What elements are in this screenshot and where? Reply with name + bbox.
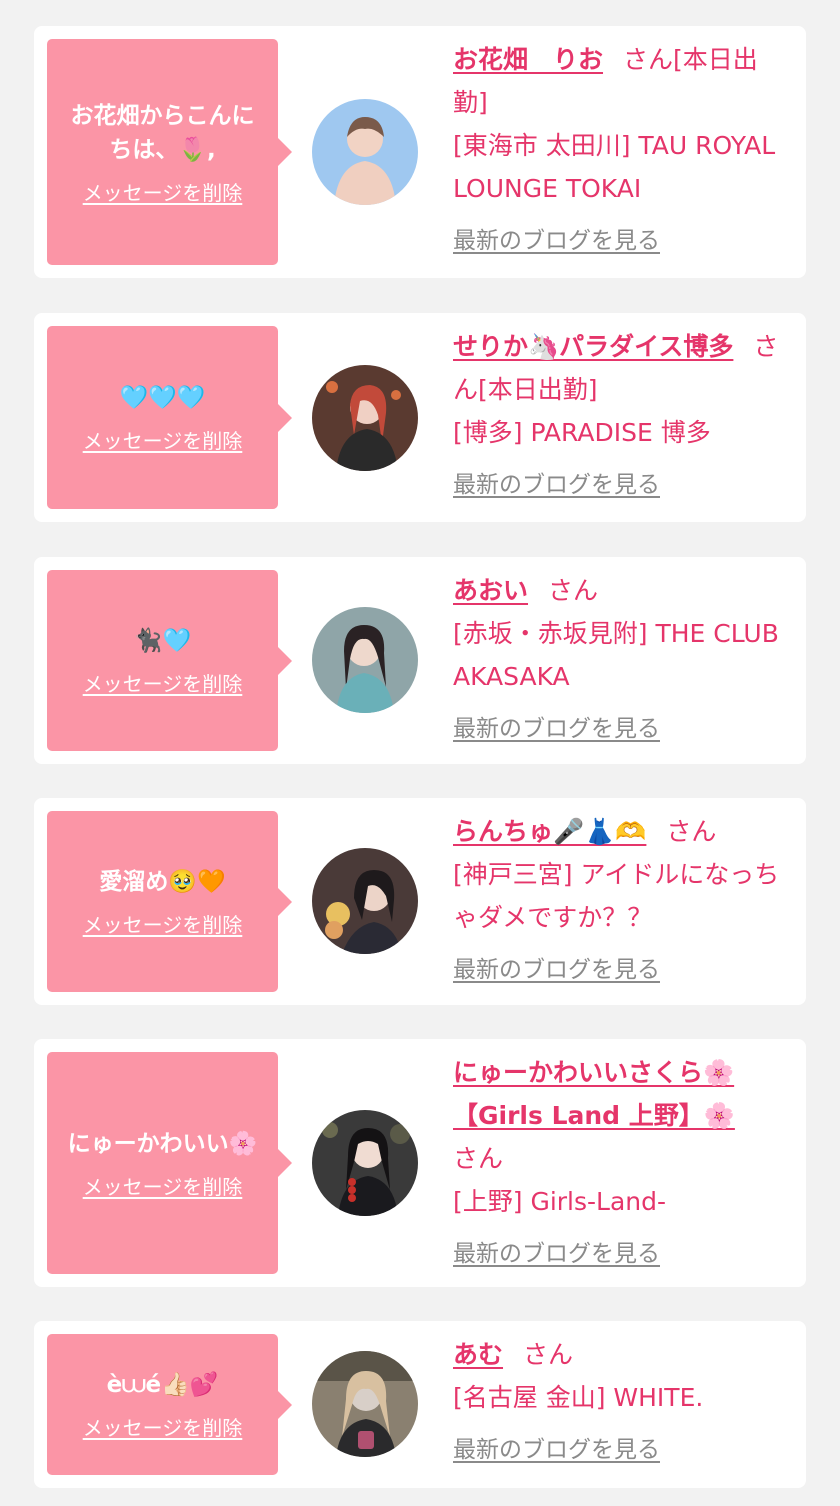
message-bubble: 🩵🩵🩵 メッセージを削除 [47, 326, 292, 509]
cast-name-link[interactable]: せりか🦄パラダイス博多 [453, 332, 733, 361]
shop-info: [赤坂・赤坂見附] THE CLUB AKASAKA [453, 619, 779, 691]
cast-info: にゅーかわいいさくら🌸【Girls Land 上野】🌸 さん [上野] Girl… [453, 1051, 790, 1276]
list-item: お花畑からこんにちは、🌷, メッセージを削除 お花畑 りお さん[本日出勤] [東… [34, 26, 806, 278]
message-text: 🩵🩵🩵 [119, 385, 206, 411]
honorific: さん [523, 1340, 574, 1369]
list-item: 🩵🩵🩵 メッセージを削除 せりか🦄パラダイス博多 さん[本日出勤] [博多] PA… [34, 313, 806, 522]
profile-photo-icon [312, 848, 418, 954]
avatar[interactable] [312, 365, 418, 471]
latest-blog-link[interactable]: 最新のブログを見る [453, 949, 790, 992]
latest-blog-link[interactable]: 最新のブログを見る [453, 1233, 790, 1276]
cast-name-link[interactable]: にゅーかわいいさくら🌸【Girls Land 上野】🌸 [453, 1058, 735, 1130]
cast-info: らんちゅ🎤👗🫶 さん [神戸三宮] アイドルになっちゃダメですか？？ 最新のブログ… [453, 810, 790, 992]
profile-photo-icon [312, 99, 418, 205]
message-text: お花畑からこんにちは、🌷, [70, 102, 255, 163]
cast-name-link[interactable]: あおい [453, 576, 528, 605]
latest-blog-link[interactable]: 最新のブログを見る [453, 1429, 790, 1472]
cast-info: せりか🦄パラダイス博多 さん[本日出勤] [博多] PARADISE 博多 最新の… [453, 325, 790, 507]
avatar[interactable] [312, 1110, 418, 1216]
avatar[interactable] [312, 99, 418, 205]
avatar[interactable] [312, 848, 418, 954]
delete-message-link[interactable]: メッセージを削除 [83, 425, 243, 454]
profile-photo-icon [312, 1351, 418, 1457]
cast-name-link[interactable]: あむ [453, 1340, 503, 1369]
honorific: さん [666, 817, 717, 846]
honorific: さん [548, 576, 599, 605]
cast-info: あむ さん [名古屋 金山] WHITE. 最新のブログを見る [453, 1333, 790, 1472]
message-list: お花畑からこんにちは、🌷, メッセージを削除 お花畑 りお さん[本日出勤] [東… [0, 0, 840, 1506]
profile-photo-icon [312, 607, 418, 713]
delete-message-link[interactable]: メッセージを削除 [83, 1412, 243, 1441]
delete-message-link[interactable]: メッセージを削除 [83, 909, 243, 938]
avatar[interactable] [312, 1351, 418, 1457]
list-item: 愛溜め🥹🧡 メッセージを削除 らんちゅ🎤👗🫶 さん [神戸三宮] アイドルになっち… [34, 798, 806, 1005]
message-bubble: お花畑からこんにちは、🌷, メッセージを削除 [47, 39, 292, 265]
cast-info: あおい さん [赤坂・赤坂見附] THE CLUB AKASAKA 最新のブログを… [453, 569, 790, 751]
list-item: にゅーかわいい🌸 メッセージを削除 にゅーかわいいさくら🌸【Girls Land… [34, 1039, 806, 1287]
message-text: 🐈‍⬛🩵 [133, 628, 192, 654]
cast-name-link[interactable]: お花畑 りお [453, 45, 603, 74]
message-bubble: è⩊é👍🏻💕 メッセージを削除 [47, 1334, 292, 1475]
attendance-status: [本日出勤] [478, 375, 598, 404]
shop-info: [神戸三宮] アイドルになっちゃダメですか？？ [453, 860, 780, 932]
avatar[interactable] [312, 607, 418, 713]
message-text: è⩊é👍🏻💕 [106, 1372, 219, 1398]
shop-info: [博多] PARADISE 博多 [453, 418, 711, 447]
profile-photo-icon [312, 1110, 418, 1216]
latest-blog-link[interactable]: 最新のブログを見る [453, 464, 790, 507]
shop-info: [東海市 太田川] TAU ROYAL LOUNGE TOKAI [453, 131, 776, 203]
cast-info: お花畑 りお さん[本日出勤] [東海市 太田川] TAU ROYAL LOUNG… [453, 38, 790, 263]
message-bubble: にゅーかわいい🌸 メッセージを削除 [47, 1052, 292, 1274]
shop-info: [名古屋 金山] WHITE. [453, 1383, 704, 1412]
message-text: にゅーかわいい🌸 [67, 1130, 258, 1157]
message-text: 愛溜め🥹🧡 [99, 869, 226, 895]
honorific: さん [453, 1144, 504, 1173]
cast-name-link[interactable]: らんちゅ🎤👗🫶 [453, 817, 646, 846]
latest-blog-link[interactable]: 最新のブログを見る [453, 220, 790, 263]
delete-message-link[interactable]: メッセージを削除 [83, 668, 243, 697]
profile-photo-icon [312, 365, 418, 471]
message-bubble: 🐈‍⬛🩵 メッセージを削除 [47, 570, 292, 751]
list-item: 🐈‍⬛🩵 メッセージを削除 あおい さん [赤坂・赤坂見附] THE CLUB A… [34, 557, 806, 764]
shop-info: [上野] Girls-Land- [453, 1187, 667, 1216]
latest-blog-link[interactable]: 最新のブログを見る [453, 708, 790, 751]
honorific: さん [623, 45, 674, 74]
delete-message-link[interactable]: メッセージを削除 [83, 177, 243, 206]
delete-message-link[interactable]: メッセージを削除 [83, 1171, 243, 1200]
message-bubble: 愛溜め🥹🧡 メッセージを削除 [47, 811, 292, 992]
list-item: è⩊é👍🏻💕 メッセージを削除 あむ さん [名古屋 金山] WHITE. 最新の… [34, 1321, 806, 1488]
